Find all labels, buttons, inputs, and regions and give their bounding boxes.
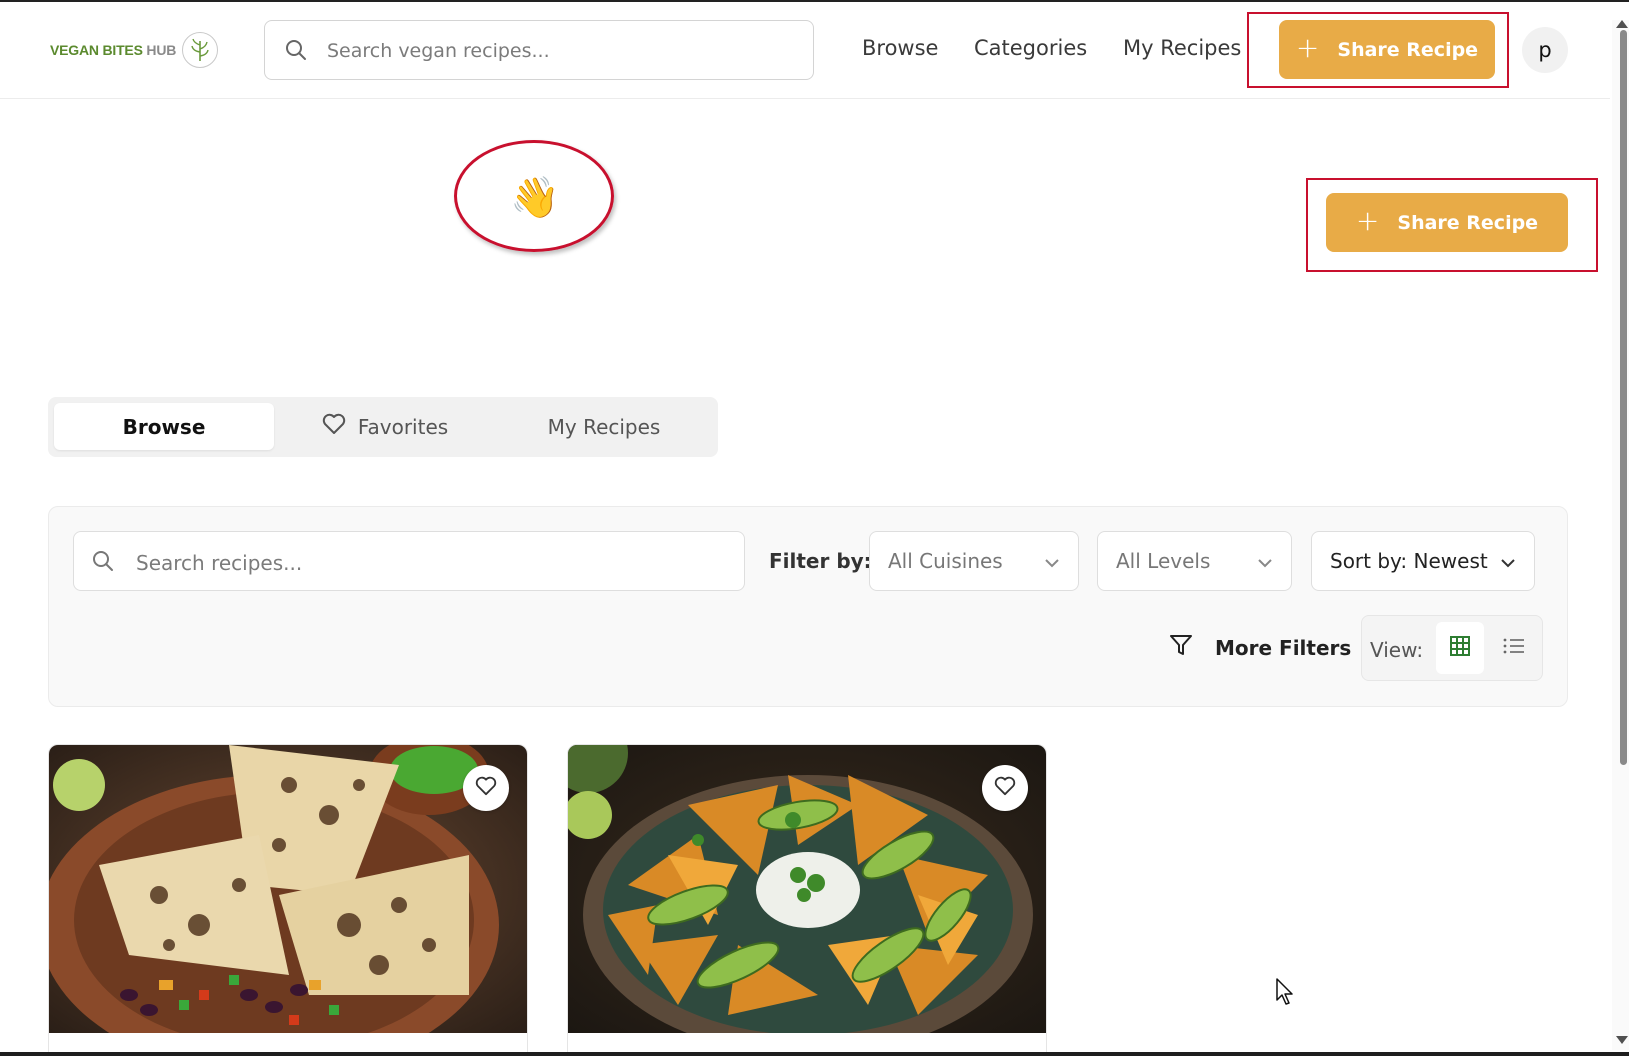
nav-my-recipes-link[interactable]: My Recipes [1123, 36, 1241, 60]
site-logo[interactable]: VEGAN BITES HUB [50, 32, 219, 68]
avatar-initial: p [1538, 38, 1552, 62]
tab-browse[interactable]: Browse [54, 403, 274, 450]
favorite-button[interactable] [982, 765, 1028, 811]
header-search-field[interactable] [264, 20, 814, 80]
more-filters-label: More Filters [1215, 635, 1352, 660]
tab-my-recipes-label: My Recipes [547, 414, 661, 439]
heart-icon [475, 776, 497, 800]
annotation-highlight-header-share [1247, 12, 1509, 88]
mouse-cursor-icon [1276, 978, 1296, 1010]
level-select-value: All Levels [1116, 549, 1211, 573]
scrollbar-thumb[interactable] [1620, 30, 1627, 765]
heart-icon [994, 776, 1016, 800]
scroll-down-arrow-icon[interactable] [1616, 1036, 1628, 1044]
chevron-down-icon [1044, 549, 1060, 573]
chevron-down-icon [1500, 549, 1516, 573]
recipe-card[interactable] [567, 744, 1047, 1056]
view-label: View: [1370, 638, 1424, 662]
cuisine-select-value: All Cuisines [888, 549, 1003, 573]
filter-by-label: Filter by: [769, 549, 872, 573]
tab-browse-label: Browse [122, 414, 206, 439]
favorite-button[interactable] [463, 765, 509, 811]
leaf-logo-icon [182, 32, 219, 68]
nachos-photo [568, 745, 1046, 1033]
page-scrollbar[interactable] [1612, 20, 1629, 1050]
logo-text: VEGAN BITES HUB [50, 42, 177, 58]
heart-icon [322, 413, 346, 440]
scroll-up-arrow-icon[interactable] [1616, 20, 1628, 28]
tab-favorites-label: Favorites [357, 414, 449, 439]
list-view-button[interactable] [1490, 622, 1538, 674]
grid-view-button[interactable] [1436, 622, 1484, 674]
nav-browse-link[interactable]: Browse [862, 36, 938, 60]
tab-my-recipes[interactable]: My Recipes [496, 403, 712, 450]
recipe-card[interactable] [48, 744, 528, 1056]
quesadilla-photo [49, 745, 527, 1033]
window-bottom-border [0, 1052, 1629, 1056]
recipe-search-input[interactable] [134, 549, 728, 577]
user-avatar[interactable]: p [1522, 27, 1568, 73]
filter-panel: Filter by: All Cuisines All Levels Sort … [48, 506, 1568, 707]
cuisine-select[interactable]: All Cuisines [869, 531, 1079, 591]
sort-select[interactable]: Sort by: Newest [1311, 531, 1535, 591]
chevron-down-icon [1257, 549, 1273, 573]
sort-select-value: Sort by: Newest [1330, 549, 1488, 573]
recipe-search-field[interactable] [73, 531, 745, 591]
nav-categories-link[interactable]: Categories [974, 36, 1087, 60]
view-toggle: View: [1361, 615, 1543, 681]
filter-funnel-icon [1169, 633, 1193, 662]
annotation-highlight-hero-share [1306, 178, 1598, 272]
search-icon [92, 550, 114, 576]
waving-hand-icon: 👋 [510, 175, 560, 221]
more-filters-button[interactable]: More Filters [1169, 633, 1351, 662]
tab-favorites[interactable]: Favorites [280, 403, 490, 450]
grid-icon [1449, 635, 1471, 661]
list-icon [1503, 637, 1525, 659]
recipe-tabs: Browse Favorites My Recipes [48, 397, 718, 457]
header-search-input[interactable] [325, 37, 799, 65]
level-select[interactable]: All Levels [1097, 531, 1292, 591]
search-icon [285, 39, 307, 65]
